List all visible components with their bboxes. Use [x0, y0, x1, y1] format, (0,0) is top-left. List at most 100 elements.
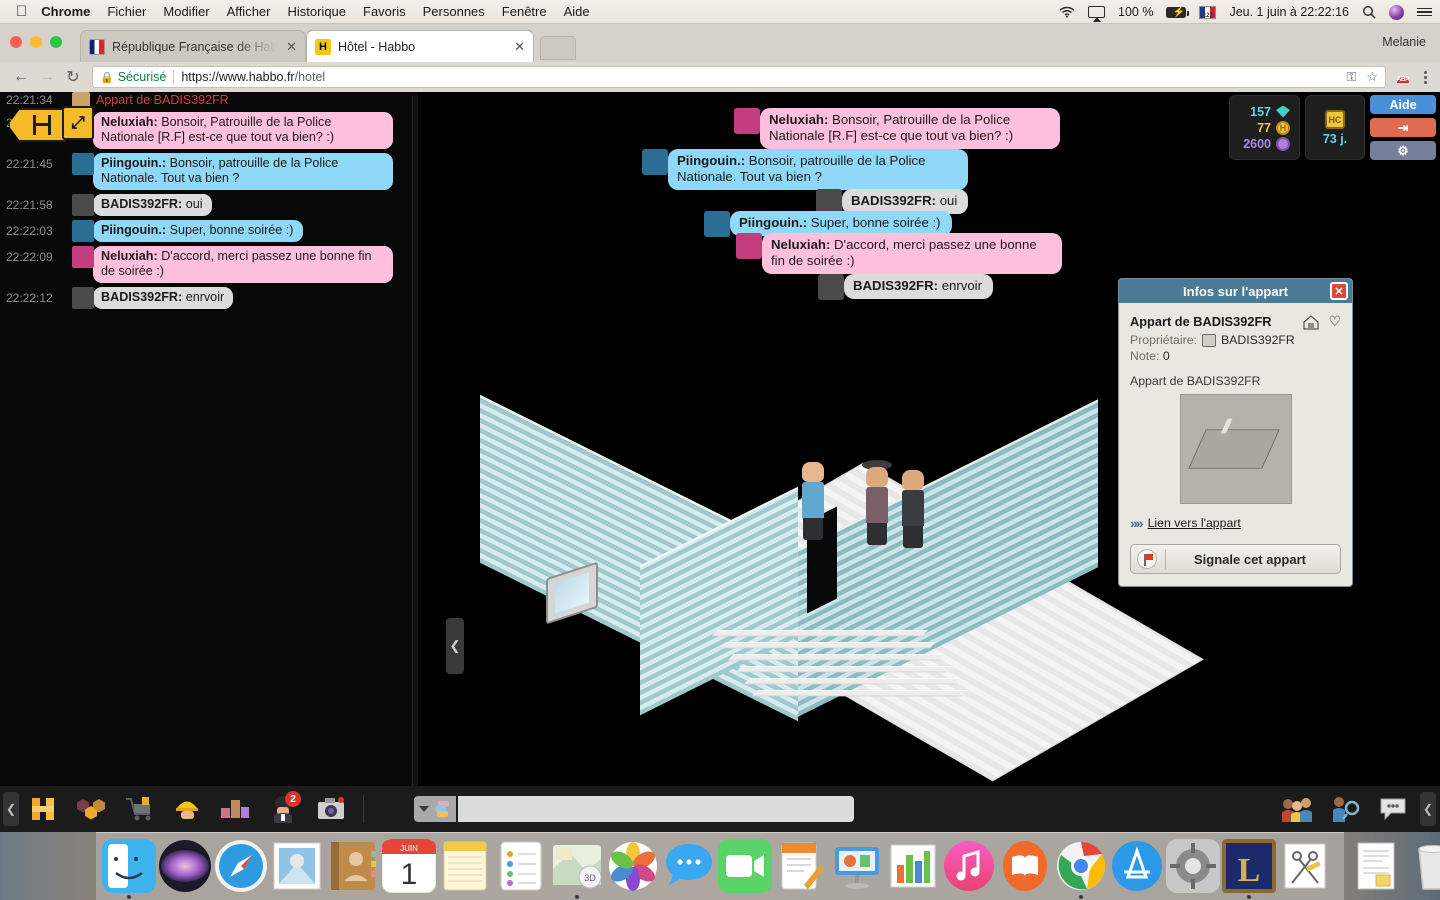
room-chat-message: Neluxiah: Bonsoir, Patrouille de la Poli…	[760, 108, 1060, 149]
dock-item-app-store[interactable]	[1110, 839, 1164, 893]
dock-item-documents-stack[interactable]	[1350, 839, 1404, 893]
window-controls[interactable]	[10, 36, 62, 48]
credits-row[interactable]: 77 H	[1237, 120, 1290, 135]
adblock-extension-icon[interactable]: ABP 10	[1397, 68, 1416, 101]
tab-hotel-habbo[interactable]: H Hôtel - Habbo ✕	[306, 30, 534, 62]
dock-item-safari[interactable]	[214, 839, 268, 893]
dock-item-keynote[interactable]	[830, 839, 884, 893]
avatar-profile-icon[interactable]: 2	[261, 789, 305, 829]
star-icon[interactable]: ☆	[1366, 69, 1378, 85]
menu-item-fichier[interactable]: Fichier	[107, 4, 146, 19]
airplay-icon[interactable]	[1088, 6, 1105, 22]
dock-item-maps[interactable]: 3D	[550, 839, 604, 899]
siri-icon[interactable]	[1389, 4, 1404, 20]
menu-item-modifier[interactable]: Modifier	[163, 4, 209, 19]
avatar-neluxiah[interactable]	[796, 462, 830, 540]
settings-gear-button[interactable]: ⚙	[1370, 141, 1436, 160]
avatar-badis392fr[interactable]	[860, 460, 894, 545]
menu-item-historique[interactable]: Historique	[287, 4, 346, 19]
minimize-window-button[interactable]	[30, 36, 42, 48]
dock-item-league-of-legends[interactable]: L	[1222, 839, 1276, 899]
chat-style-button[interactable]	[412, 794, 458, 824]
expand-arrows-icon[interactable]: ⤢	[62, 106, 94, 140]
dock-item-facetime[interactable]	[718, 839, 772, 893]
dock-item-ibooks[interactable]	[998, 839, 1052, 893]
room-link-row[interactable]: »» Lien vers l'appart	[1130, 515, 1341, 531]
dock-item-trash[interactable]	[1406, 839, 1440, 893]
back-arrow-icon[interactable]: ←	[8, 64, 34, 90]
dock-item-finder[interactable]	[102, 839, 156, 899]
chat-log-time: 22:21:45	[6, 157, 53, 171]
catalog-cart-icon[interactable]	[117, 789, 161, 829]
dock-item-calendar[interactable]: JUIN 1	[381, 838, 437, 894]
room-link-label[interactable]: Lien vers l'appart	[1148, 516, 1241, 530]
dock-item-photos[interactable]	[606, 839, 660, 893]
dock-item-mail[interactable]	[270, 839, 324, 893]
menu-item-chrome[interactable]: Chrome	[41, 4, 90, 19]
habbo-home-icon[interactable]	[21, 789, 65, 829]
dock-item-reminders[interactable]	[494, 839, 548, 893]
tab-close-icon[interactable]: ✕	[286, 39, 297, 55]
owner-value[interactable]: BADIS392FR	[1221, 333, 1295, 347]
clock-label[interactable]: Jeu. 1 juin à 22:22:16	[1229, 5, 1349, 19]
dock-item-itunes[interactable]	[942, 839, 996, 893]
dock-item-pages[interactable]	[774, 839, 828, 893]
menu-item-aide[interactable]: Aide	[564, 4, 590, 19]
chat-log-message: BADIS392FR: enrvoir	[93, 287, 234, 309]
profile-name-label[interactable]: Melanie	[1382, 35, 1426, 49]
chat-input-group[interactable]	[412, 794, 856, 824]
report-room-button[interactable]: Signale cet appart	[1130, 544, 1341, 574]
dock-item-messages[interactable]	[662, 839, 716, 893]
habbo-club-box[interactable]: HC 73 j.	[1305, 95, 1365, 160]
dock-item-system-preferences[interactable]	[1166, 839, 1220, 893]
toolbar-right-collapse-handle[interactable]: ❮	[1420, 792, 1436, 826]
apple-logo-icon[interactable]: 	[16, 4, 27, 19]
room-stage[interactable]: ❮ Neluxiah: Bonsoir, Patrouille de la Po…	[418, 92, 1440, 832]
logout-button[interactable]: ⇥	[1370, 118, 1436, 137]
dock-item-numbers[interactable]	[886, 839, 940, 893]
search-icon[interactable]	[1362, 5, 1376, 19]
wifi-icon[interactable]	[1059, 6, 1075, 18]
diamonds-row[interactable]: 157	[1237, 105, 1290, 119]
dock-item-siri[interactable]	[158, 839, 212, 893]
dock-item-notes[interactable]	[438, 839, 492, 893]
toolbar-collapse-handle[interactable]: ❮	[3, 792, 19, 826]
room-panel-collapse-button[interactable]: ❮	[446, 618, 464, 674]
avatar-piingouin[interactable]	[896, 470, 930, 548]
friends-icon[interactable]	[1275, 789, 1319, 829]
close-icon[interactable]: ✕	[1330, 282, 1348, 300]
menu-item-afficher[interactable]: Afficher	[227, 4, 271, 19]
close-window-button[interactable]	[10, 36, 22, 48]
dock-item-chrome[interactable]	[1054, 839, 1108, 899]
address-bar[interactable]: 🔒 Sécurisé https://www.habbo.fr/hotel ⚿ …	[92, 66, 1386, 88]
find-friends-icon[interactable]	[1323, 789, 1367, 829]
kebab-menu-icon[interactable]	[1424, 70, 1427, 84]
macos-menu-bar:  Chrome Fichier Modifier Afficher Histo…	[0, 0, 1440, 24]
tab-close-icon[interactable]: ✕	[514, 39, 525, 55]
tab-republique-francaise[interactable]: République Française de Habb ✕	[80, 30, 306, 62]
navigator-icon[interactable]	[69, 789, 113, 829]
keyboard-layout-icon[interactable]: 123	[1199, 5, 1217, 19]
chat-log-panel[interactable]: 22:21:34 Appart de BADIS392FR 22:21:34 N…	[0, 92, 418, 832]
menu-item-favoris[interactable]: Favoris	[363, 4, 406, 19]
reload-icon[interactable]: ↻	[60, 64, 86, 90]
new-tab-button[interactable]	[540, 36, 576, 60]
home-icon[interactable]	[1302, 314, 1321, 330]
duckets-row[interactable]: 2600	[1237, 136, 1290, 151]
key-icon[interactable]: ⚿	[1346, 69, 1356, 85]
notification-center-icon[interactable]	[1417, 7, 1432, 17]
chat-history-icon[interactable]	[1371, 789, 1415, 829]
camera-icon[interactable]	[309, 789, 353, 829]
dock-item-preview[interactable]	[1278, 839, 1332, 893]
chat-input-field[interactable]	[458, 794, 856, 824]
heart-icon[interactable]: ♡	[1328, 313, 1341, 330]
menu-item-fenetre[interactable]: Fenêtre	[502, 4, 547, 19]
help-button[interactable]: Aide	[1370, 95, 1436, 114]
room-thumbnail	[1179, 394, 1292, 504]
builders-club-icon[interactable]	[165, 789, 209, 829]
maximize-window-button[interactable]	[50, 36, 62, 48]
dock-item-contacts[interactable]	[326, 839, 380, 893]
inventory-furni-icon[interactable]	[213, 789, 257, 829]
battery-charging-icon[interactable]: ⚡	[1166, 6, 1189, 18]
menu-item-personnes[interactable]: Personnes	[423, 4, 485, 19]
